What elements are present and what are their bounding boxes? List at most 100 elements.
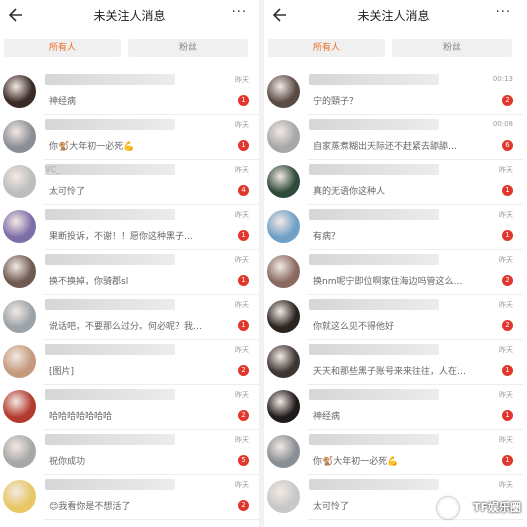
sender-name — [45, 299, 175, 310]
avatar[interactable] — [3, 435, 36, 468]
timestamp: 昨天 — [499, 301, 513, 309]
sender-name — [309, 254, 439, 265]
avatar[interactable] — [267, 255, 300, 288]
tab-all[interactable]: 所有人 — [4, 39, 121, 57]
message-preview: [图片] — [49, 367, 75, 377]
message-row[interactable]: 😊我看你是不想活了 昨天 2 — [0, 475, 259, 520]
timestamp: 昨天 — [499, 256, 513, 264]
avatar[interactable] — [3, 345, 36, 378]
timestamp: 昨天 — [235, 76, 249, 84]
unread-badge: 1 — [502, 185, 513, 196]
more-icon[interactable]: ··· — [496, 5, 511, 20]
message-row[interactable]: 你🐒大年初一必死💪 昨天 1 — [0, 115, 259, 160]
sender-name — [309, 434, 439, 445]
avatar[interactable] — [267, 390, 300, 423]
sender-name: VC_ — [45, 164, 175, 175]
avatar[interactable] — [3, 390, 36, 423]
message-row[interactable]: 有病？ 昨天 1 — [264, 205, 523, 250]
avatar[interactable] — [3, 120, 36, 153]
unread-badge: 1 — [238, 275, 249, 286]
avatar[interactable] — [3, 255, 36, 288]
message-row[interactable]: 说话吧，不要那么过分。何必呢？我… 昨天 1 — [0, 295, 259, 340]
message-preview: 果断投诉，不谢！！愿你这种黑子… — [49, 232, 194, 242]
unread-badge: 1 — [238, 230, 249, 241]
avatar[interactable] — [267, 210, 300, 243]
message-row[interactable]: 祝你成功 昨天 5 — [0, 430, 259, 475]
message-row[interactable]: 换不换掉，你骑郡sl 昨天 1 — [0, 250, 259, 295]
tab-fans[interactable]: 粉丝 — [392, 39, 512, 57]
tab-all[interactable]: 所有人 — [268, 39, 385, 57]
message-row[interactable]: 神经病 昨天 1 — [0, 70, 259, 115]
unread-badge: 1 — [502, 365, 513, 376]
timestamp: 昨天 — [235, 211, 249, 219]
message-preview: 有病？ — [313, 232, 341, 242]
message-row[interactable]: 你就这么见不得他好 昨天 2 — [264, 295, 523, 340]
page-title: 未关注人消息 — [357, 9, 430, 23]
sender-name — [309, 389, 439, 400]
message-preview: 你🐒大年初一必死💪 — [49, 142, 135, 152]
message-row[interactable]: [图片] 昨天 2 — [0, 340, 259, 385]
message-preview: 太可怜了 — [49, 187, 86, 197]
header: 未关注人消息 ··· — [264, 0, 523, 33]
message-preview: 你🐒大年初一必死💪 — [313, 457, 399, 467]
timestamp: 昨天 — [499, 346, 513, 354]
sender-name — [309, 74, 439, 85]
message-preview: 😊我看你是不想活了 — [49, 502, 131, 512]
message-preview: 换nm呢宁即位啊家住海边吗管这么… — [313, 277, 463, 287]
message-row[interactable]: 换nm呢宁即位啊家住海边吗管这么… 昨天 2 — [264, 250, 523, 295]
avatar[interactable] — [267, 480, 300, 513]
sender-name — [309, 119, 439, 130]
avatar[interactable] — [267, 75, 300, 108]
sender-name — [45, 119, 175, 130]
avatar[interactable] — [3, 480, 36, 513]
sender-name — [45, 389, 175, 400]
unread-badge: 5 — [238, 455, 249, 466]
message-row[interactable]: 神经病 昨天 1 — [264, 385, 523, 430]
page-title: 未关注人消息 — [93, 9, 166, 23]
timestamp: 昨天 — [235, 301, 249, 309]
message-row[interactable]: 真的无语你这种人 昨天 1 — [264, 160, 523, 205]
tab-fans[interactable]: 粉丝 — [128, 39, 248, 57]
avatar[interactable] — [3, 300, 36, 333]
header: 未关注人消息 ··· — [0, 0, 259, 33]
timestamp: 昨天 — [235, 346, 249, 354]
row-divider — [308, 519, 523, 520]
message-row[interactable]: VC_ 太可怜了 昨天 4 — [0, 160, 259, 205]
timestamp: 昨天 — [499, 481, 513, 489]
unread-badge: 1 — [502, 455, 513, 466]
timestamp: 00:08 — [492, 120, 513, 128]
unread-badge: 1 — [238, 95, 249, 106]
avatar[interactable] — [267, 165, 300, 198]
sender-name — [309, 209, 439, 220]
timestamp: 昨天 — [235, 481, 249, 489]
message-row[interactable]: 哈哈哈哈哈哈哈 昨天 2 — [0, 385, 259, 430]
unread-badge: 1 — [238, 140, 249, 151]
avatar[interactable] — [3, 75, 36, 108]
message-preview: 天天和那些黑子账号来来往往，人在… — [313, 367, 467, 377]
avatar[interactable] — [267, 300, 300, 333]
avatar[interactable] — [267, 435, 300, 468]
avatar[interactable] — [267, 120, 300, 153]
message-preview: 祝你成功 — [49, 457, 86, 467]
message-row[interactable]: 你🐒大年初一必死💪 昨天 1 — [264, 430, 523, 475]
message-row[interactable]: 果断投诉，不谢！！愿你这种黑子… 昨天 1 — [0, 205, 259, 250]
watermark: TF娱乐圈 — [472, 501, 521, 514]
message-row[interactable]: 天天和那些黑子账号来来往往，人在… 昨天 1 — [264, 340, 523, 385]
avatar[interactable] — [3, 165, 36, 198]
more-icon[interactable]: ··· — [232, 5, 247, 20]
sender-name — [45, 254, 175, 265]
message-preview: 换不换掉，你骑郡sl — [49, 277, 129, 287]
message-list: 神经病 昨天 1 你🐒大年初一必死💪 昨天 1 VC_ 太可怜了 昨天 4 果断投诉，不谢！！愿你这… — [0, 70, 259, 520]
avatar[interactable] — [3, 210, 36, 243]
timestamp: 昨天 — [499, 166, 513, 174]
message-row[interactable]: 宁的頸子？ 00:13 2 — [264, 70, 523, 115]
message-preview: 太可怜了 — [313, 502, 350, 512]
sender-name — [45, 344, 175, 355]
unread-badge: 1 — [502, 230, 513, 241]
unread-badge: 4 — [238, 185, 249, 196]
filter-tabs: 所有人 粉丝 — [264, 33, 523, 63]
message-row[interactable]: 自家蒸煮糊出天际还不赶紧去舔舔… 00:08 6 — [264, 115, 523, 160]
timestamp: 昨天 — [235, 391, 249, 399]
avatar[interactable] — [267, 345, 300, 378]
message-preview: 神经病 — [313, 412, 341, 422]
